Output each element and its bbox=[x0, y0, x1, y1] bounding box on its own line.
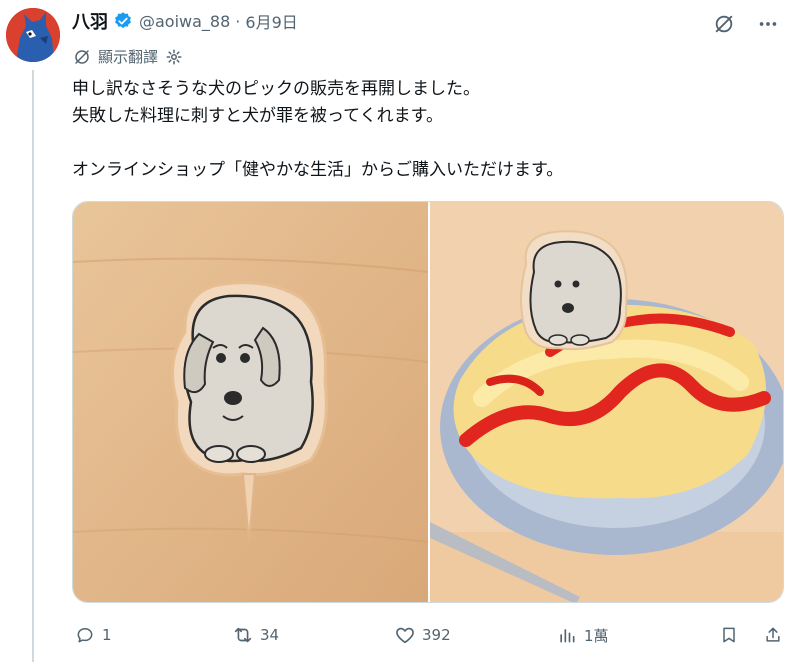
views-count: 1萬 bbox=[584, 626, 609, 645]
share-icon bbox=[762, 624, 784, 646]
heart-icon bbox=[394, 624, 416, 646]
bookmark-icon bbox=[718, 624, 740, 646]
dog-pick-on-wood-image[interactable] bbox=[73, 202, 428, 602]
tweet-date[interactable]: 6月9日 bbox=[245, 9, 297, 33]
tweet-line-1: 申し訳なさそうな犬のピックの販売を再開しました。 bbox=[72, 79, 480, 99]
tweet-line-2: 失敗した料理に刺すと犬が罪を被ってくれます。 bbox=[72, 106, 443, 126]
translate-link[interactable]: 顯示翻譯 bbox=[98, 46, 158, 67]
more-options-icon[interactable] bbox=[756, 12, 780, 36]
tweet-line-3: オンラインショップ「健やかな生活」からご購入いただけます。 bbox=[72, 160, 564, 180]
translate-grok-icon bbox=[72, 47, 92, 67]
reply-button[interactable]: 1 bbox=[74, 624, 112, 646]
retweet-count: 34 bbox=[260, 626, 280, 644]
top-icons bbox=[712, 12, 780, 36]
retweet-icon bbox=[232, 624, 254, 646]
thread-line bbox=[32, 70, 34, 662]
action-bar: 1 34 392 1萬 bbox=[72, 620, 784, 650]
translate-row: 顯示翻譯 bbox=[72, 46, 184, 67]
tweet-text: 申し訳なさそうな犬のピックの販売を再開しました。 失敗した料理に刺すと犬が罪を被… bbox=[72, 76, 782, 184]
tweet-header: 八羽 @aoiwa_88 · 6月9日 bbox=[72, 8, 298, 34]
reply-icon bbox=[74, 624, 96, 646]
reply-count: 1 bbox=[102, 626, 112, 644]
blue-dog-avatar-icon bbox=[6, 8, 60, 62]
media-grid bbox=[72, 201, 784, 603]
separator-dot: · bbox=[235, 11, 241, 31]
display-name[interactable]: 八羽 bbox=[72, 8, 108, 34]
views-button[interactable]: 1萬 bbox=[556, 624, 609, 646]
avatar[interactable] bbox=[6, 8, 60, 62]
views-chart-icon bbox=[556, 624, 578, 646]
bookmark-button[interactable] bbox=[718, 624, 740, 646]
dog-pick-on-omelette-image[interactable] bbox=[430, 202, 783, 602]
share-button[interactable] bbox=[762, 624, 784, 646]
grok-icon[interactable] bbox=[712, 12, 736, 36]
like-button[interactable]: 392 bbox=[394, 624, 451, 646]
gear-icon[interactable] bbox=[164, 47, 184, 67]
retweet-button[interactable]: 34 bbox=[232, 624, 279, 646]
verified-badge-icon bbox=[113, 11, 133, 31]
user-handle[interactable]: @aoiwa_88 bbox=[139, 12, 230, 31]
like-count: 392 bbox=[422, 626, 451, 644]
